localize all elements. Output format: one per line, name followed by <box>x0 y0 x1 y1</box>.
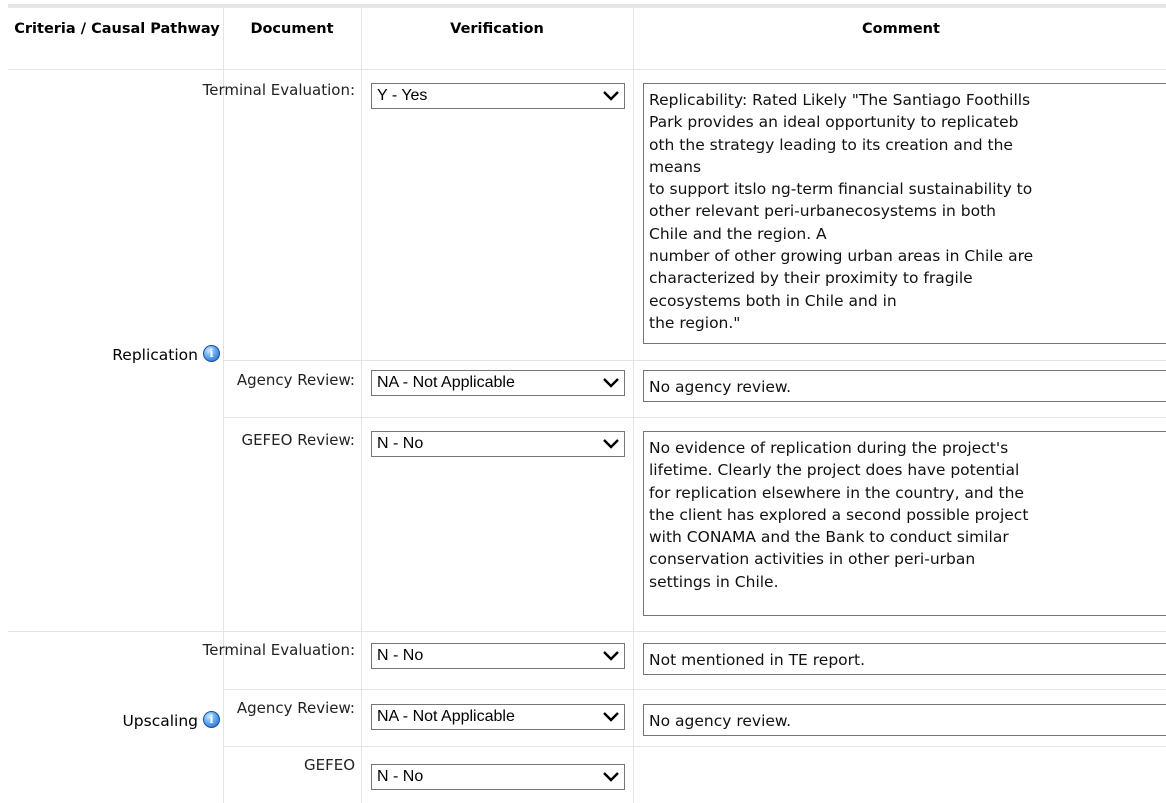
row-separator <box>8 69 1166 70</box>
verification-select[interactable]: N - No <box>371 764 625 790</box>
document-label: Terminal Evaluation: <box>202 641 355 659</box>
row-separator <box>224 689 1166 690</box>
chevron-down-icon <box>603 772 619 782</box>
criteria-upscaling: Upscaling <box>0 709 220 733</box>
comment-textarea[interactable]: No agency review. <box>643 704 1166 736</box>
row-separator <box>224 417 1166 418</box>
header-comment: Comment <box>862 21 940 37</box>
selected-value: N - No <box>377 435 424 452</box>
comment-textarea[interactable]: No agency review. <box>643 370 1166 402</box>
chevron-down-icon <box>603 651 619 661</box>
selected-value: N - No <box>377 768 424 785</box>
column-divider <box>633 8 634 803</box>
document-label: Terminal Evaluation: <box>202 81 355 99</box>
chevron-down-icon <box>603 378 619 388</box>
selected-value: Y - Yes <box>377 87 428 104</box>
verification-select[interactable]: NA - Not Applicable <box>371 704 625 730</box>
column-divider <box>223 8 224 803</box>
selected-value: N - No <box>377 647 424 664</box>
row-separator <box>8 631 1166 632</box>
document-label: Agency Review: <box>236 371 355 389</box>
document-label: Agency Review: <box>236 699 355 717</box>
chevron-down-icon <box>603 712 619 722</box>
header-verification: Verification <box>450 21 544 37</box>
criteria-label: Replication <box>112 346 198 364</box>
info-icon[interactable] <box>203 344 220 362</box>
table-top-border <box>8 4 1166 8</box>
criteria-replication: Replication <box>0 343 220 367</box>
header-criteria: Criteria / Causal Pathway <box>14 21 220 37</box>
chevron-down-icon <box>603 91 619 101</box>
selected-value: NA - Not Applicable <box>377 374 515 391</box>
info-icon[interactable] <box>203 710 220 728</box>
comment-textarea[interactable]: Replicability: Rated Likely "The Santiag… <box>643 83 1166 344</box>
column-divider <box>361 8 362 803</box>
verification-select[interactable]: NA - Not Applicable <box>371 370 625 396</box>
verification-select[interactable]: N - No <box>371 431 625 457</box>
chevron-down-icon <box>603 439 619 449</box>
document-label: GEFEO Review: <box>241 431 355 449</box>
row-separator <box>224 746 1166 747</box>
header-document: Document <box>250 21 334 37</box>
row-separator <box>224 360 1166 361</box>
verification-select[interactable]: N - No <box>371 643 625 669</box>
criteria-label: Upscaling <box>122 712 198 730</box>
verification-select[interactable]: Y - Yes <box>371 83 625 109</box>
comment-textarea[interactable]: Not mentioned in TE report. <box>643 643 1166 675</box>
document-label: GEFEO <box>303 756 355 774</box>
selected-value: NA - Not Applicable <box>377 708 515 725</box>
comment-textarea[interactable]: No evidence of replication during the pr… <box>643 431 1166 616</box>
